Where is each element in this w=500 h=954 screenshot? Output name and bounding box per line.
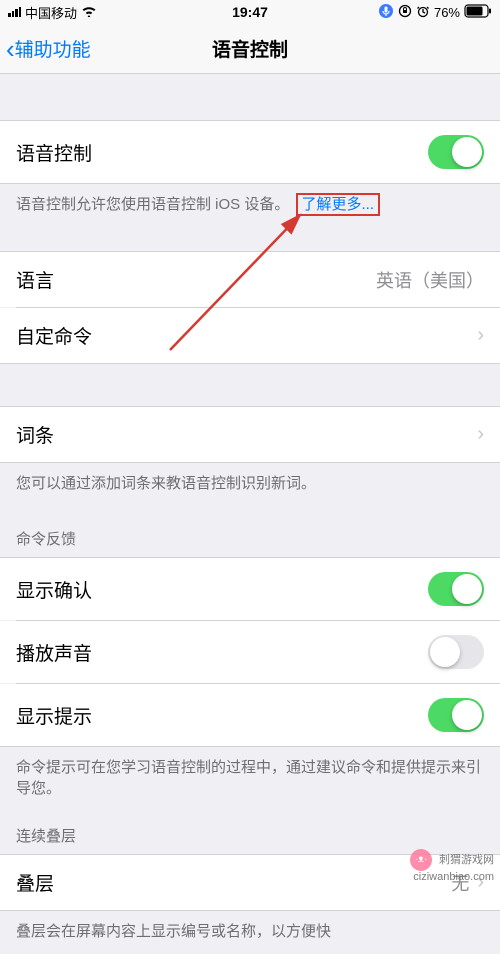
overlay-section-header: 连续叠层 bbox=[0, 811, 500, 854]
vocabulary-description: 您可以通过添加词条来教语音控制识别新词。 bbox=[0, 463, 500, 506]
voice-control-toggle-row[interactable]: 语音控制 bbox=[0, 120, 500, 184]
voice-control-label: 语音控制 bbox=[16, 139, 92, 166]
voice-control-toggle[interactable] bbox=[428, 135, 484, 169]
nav-bar: ‹ 辅助功能 语音控制 bbox=[0, 24, 500, 74]
battery-pct: 76% bbox=[434, 5, 460, 20]
show-hints-label: 显示提示 bbox=[16, 702, 92, 729]
watermark-title: 刺猬游戏网 bbox=[439, 854, 494, 866]
vocabulary-label: 词条 bbox=[16, 421, 54, 448]
chevron-right-icon: › bbox=[477, 423, 484, 446]
feedback-description: 命令提示可在您学习语音控制的过程中，通过建议命令和提供提示来引导您。 bbox=[0, 747, 500, 811]
show-confirm-label: 显示确认 bbox=[16, 576, 92, 603]
status-time: 19:47 bbox=[232, 4, 268, 20]
watermark-url: ciziwanbiao.com bbox=[413, 871, 494, 883]
carrier-label: 中国移动 bbox=[25, 3, 77, 22]
show-hints-row[interactable]: 显示提示 bbox=[0, 684, 500, 747]
chevron-left-icon: ‹ bbox=[6, 36, 15, 62]
status-bar: 中国移动 19:47 76% bbox=[0, 0, 500, 24]
learn-more-highlight: 了解更多... bbox=[296, 193, 381, 216]
custom-commands-label: 自定命令 bbox=[16, 322, 92, 349]
play-sound-row[interactable]: 播放声音 bbox=[0, 621, 500, 683]
show-confirm-toggle[interactable] bbox=[428, 572, 484, 606]
play-sound-label: 播放声音 bbox=[16, 639, 92, 666]
voice-control-description: 语音控制允许您使用语音控制 iOS 设备。 了解更多... bbox=[0, 184, 500, 227]
battery-icon bbox=[464, 4, 492, 21]
vocabulary-row[interactable]: 词条 › bbox=[0, 406, 500, 463]
watermark: 刺猬游戏网 ciziwanbiao.com bbox=[410, 849, 494, 883]
feedback-section-header: 命令反馈 bbox=[0, 506, 500, 557]
status-left: 中国移动 bbox=[8, 3, 97, 22]
show-hints-toggle[interactable] bbox=[428, 698, 484, 732]
overlay-label: 叠层 bbox=[16, 869, 54, 896]
back-button[interactable]: ‹ 辅助功能 bbox=[6, 35, 91, 62]
chevron-right-icon: › bbox=[477, 324, 484, 347]
wifi-icon bbox=[81, 5, 97, 20]
overlay-description: 叠层会在屏幕内容上显示编号或名称，以方便快 bbox=[0, 911, 500, 954]
language-value: 英语（美国） bbox=[376, 267, 484, 293]
show-confirm-row[interactable]: 显示确认 bbox=[0, 557, 500, 620]
learn-more-link[interactable]: 了解更多... bbox=[302, 196, 375, 213]
watermark-logo-icon bbox=[410, 849, 432, 871]
language-label: 语言 bbox=[16, 266, 54, 293]
play-sound-toggle[interactable] bbox=[428, 635, 484, 669]
alarm-icon bbox=[416, 4, 430, 21]
status-right: 76% bbox=[378, 3, 492, 22]
back-label: 辅助功能 bbox=[15, 35, 91, 62]
voice-control-status-icon bbox=[378, 3, 394, 22]
signal-icon bbox=[8, 7, 21, 17]
language-row[interactable]: 语言 英语（美国） bbox=[0, 251, 500, 307]
custom-commands-row[interactable]: 自定命令 › bbox=[0, 308, 500, 364]
orientation-lock-icon bbox=[398, 4, 412, 21]
page-title: 语音控制 bbox=[212, 35, 288, 62]
